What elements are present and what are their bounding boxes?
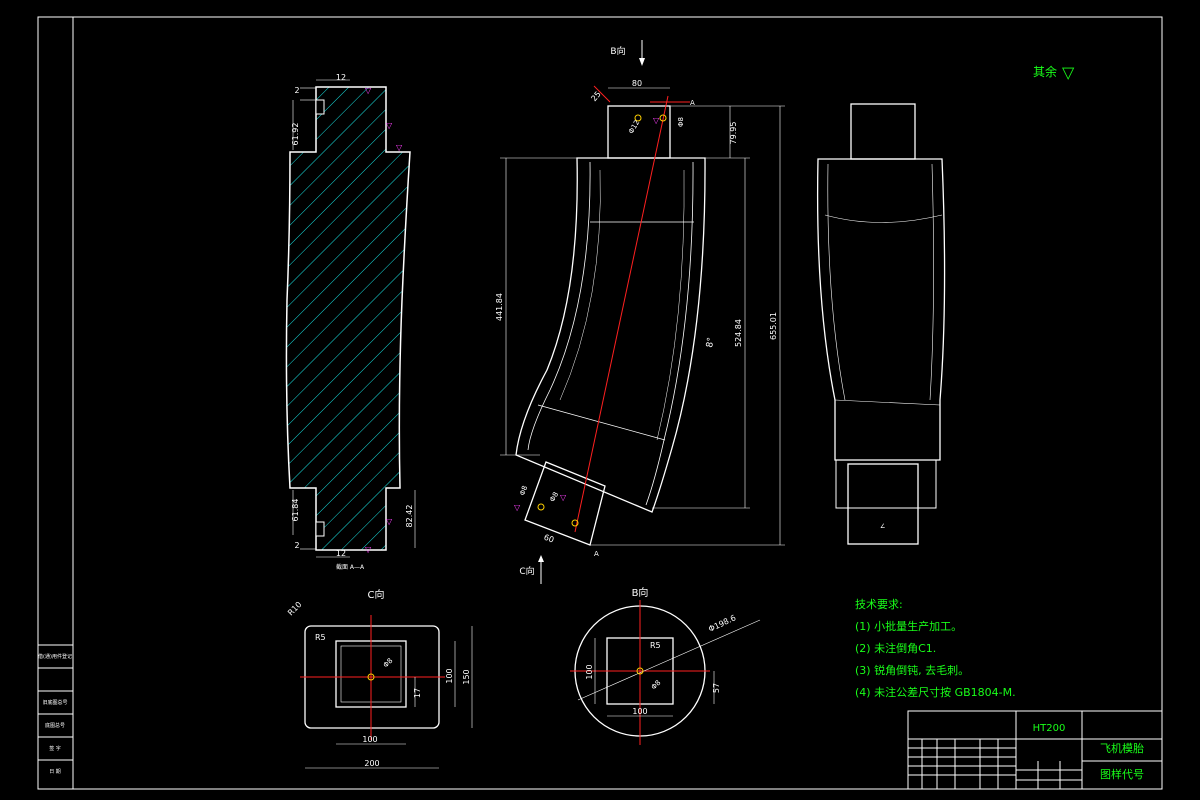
front-view: B向 80 25 Φ12 Φ8 Φ8 79.95 441.84 524.84 6…	[495, 40, 785, 584]
dim-section-82: 82.42	[405, 505, 414, 528]
title-block: HT200 飞机模胎 图样代号	[907, 710, 1163, 790]
dim-height-441: 441.84	[495, 293, 504, 321]
dim-height-79: 79.95	[729, 122, 738, 145]
roughness-icon: ▽	[653, 116, 660, 125]
part-name: 飞机模胎	[1100, 741, 1144, 755]
dim-b-57: 57	[712, 683, 721, 693]
strip-cell-4: 签 字	[49, 745, 61, 752]
dim-section-61-bottom: 61.84	[291, 499, 300, 522]
dim-section-12-top: 12	[336, 73, 346, 82]
strip-cell-2: 旧底图总号	[42, 699, 67, 706]
dim-b-phi8: Φ8	[650, 679, 663, 692]
tech-item-3: (3) 锐角倒钝, 去毛刺。	[855, 663, 969, 677]
left-strip: 借(通)用件登记 旧底图总号 底图总号 签 字 日 期	[37, 644, 74, 790]
c-arrow-label: C向	[519, 565, 534, 577]
cad-drawing-sheet: 借(通)用件登记 旧底图总号 底图总号 签 字 日 期 12 2 61.92 6…	[37, 16, 1163, 790]
dim-height-ab: 25	[589, 90, 602, 104]
strip-cell-3: 底图总号	[45, 722, 65, 729]
dim-phi-8b: Φ8	[548, 491, 560, 504]
strip-cell-0: 借(通)用件登记	[38, 653, 72, 660]
dim-b-100-w: 100	[632, 707, 647, 716]
outer-frame	[37, 16, 1163, 790]
roughness-icon: ▽	[365, 86, 372, 95]
dim-b-phi: Φ198.6	[707, 613, 737, 633]
strip-cell-5: 日 期	[49, 769, 61, 775]
c-view-title: C向	[368, 588, 385, 601]
dim-b-100-h: 100	[585, 664, 594, 679]
small-mark: ∠	[880, 523, 885, 530]
roughness-icon: ▽	[365, 545, 372, 554]
roughness-check-icon: ▽	[1062, 63, 1075, 82]
dim-height-524: 524.84	[734, 319, 743, 347]
tech-requirements: 技术要求: (1) 小批量生产加工。 (2) 未注倒角C1. (3) 锐角倒钝,…	[855, 598, 1016, 699]
section-view: 12 2 61.92 61.84 2 12 82.42 ▽ ▽ ▽ ▽ ▽ 截面…	[285, 73, 416, 571]
dim-bottom-width: 60	[543, 533, 556, 545]
dim-c-phi8: Φ8	[382, 657, 395, 670]
side-view: ∠	[816, 103, 946, 545]
dim-phi-8c: Φ8	[518, 485, 529, 497]
dim-section-61-top: 61.92	[291, 123, 300, 146]
dim-section-2-bottom: 2	[294, 541, 299, 550]
dim-c-r5: R5	[315, 633, 326, 642]
dim-c-200: 200	[364, 759, 379, 768]
b-direction-view: B向 Φ198.6 R5 Φ8 100 100 57	[570, 586, 761, 745]
b-view-title: B向	[632, 586, 649, 599]
dim-section-12-bottom: 12	[336, 549, 346, 558]
dim-phi-8: Φ8	[677, 117, 685, 127]
material-label: HT200	[1033, 723, 1066, 734]
dim-top-width: 80	[632, 79, 642, 88]
inner-frame	[72, 16, 1163, 790]
dim-c-100-h: 100	[445, 668, 454, 683]
dim-angle: 8°	[705, 337, 717, 349]
roughness-icon: ▽	[386, 121, 393, 130]
tech-item-1: (1) 小批量生产加工。	[855, 619, 962, 633]
dim-c-100-w: 100	[362, 735, 377, 744]
c-direction-view: C向 R10 R5 Φ8 100 200 100 150 17	[286, 588, 473, 769]
dim-c-150: 150	[462, 669, 471, 684]
dim-b-r5: R5	[650, 641, 661, 650]
tech-title: 技术要求:	[855, 598, 903, 611]
roughness-icon: ▽	[560, 493, 567, 502]
section-caption: 截面 A—A	[336, 563, 365, 571]
dim-height-655: 655.01	[769, 312, 778, 340]
b-arrow-label: B向	[610, 45, 625, 57]
roughness-icon: ▽	[386, 517, 393, 526]
dim-c-17: 17	[413, 688, 422, 698]
section-mark-bottom: A	[594, 550, 599, 558]
roughness-icon: ▽	[396, 143, 403, 152]
tech-item-4: (4) 未注公差尺寸按 GB1804-M.	[855, 685, 1016, 699]
dim-section-2-top: 2	[294, 86, 299, 95]
drawing-code: 图样代号	[1100, 767, 1144, 781]
section-outline	[285, 86, 411, 551]
tech-item-2: (2) 未注倒角C1.	[855, 641, 936, 655]
bottom-boss	[524, 461, 606, 546]
roughness-icon: ▽	[514, 503, 521, 512]
front-body	[515, 157, 706, 513]
section-mark-top: A	[690, 99, 695, 107]
dim-c-r10: R10	[286, 600, 304, 618]
roughness-label: 其余	[1033, 64, 1057, 79]
